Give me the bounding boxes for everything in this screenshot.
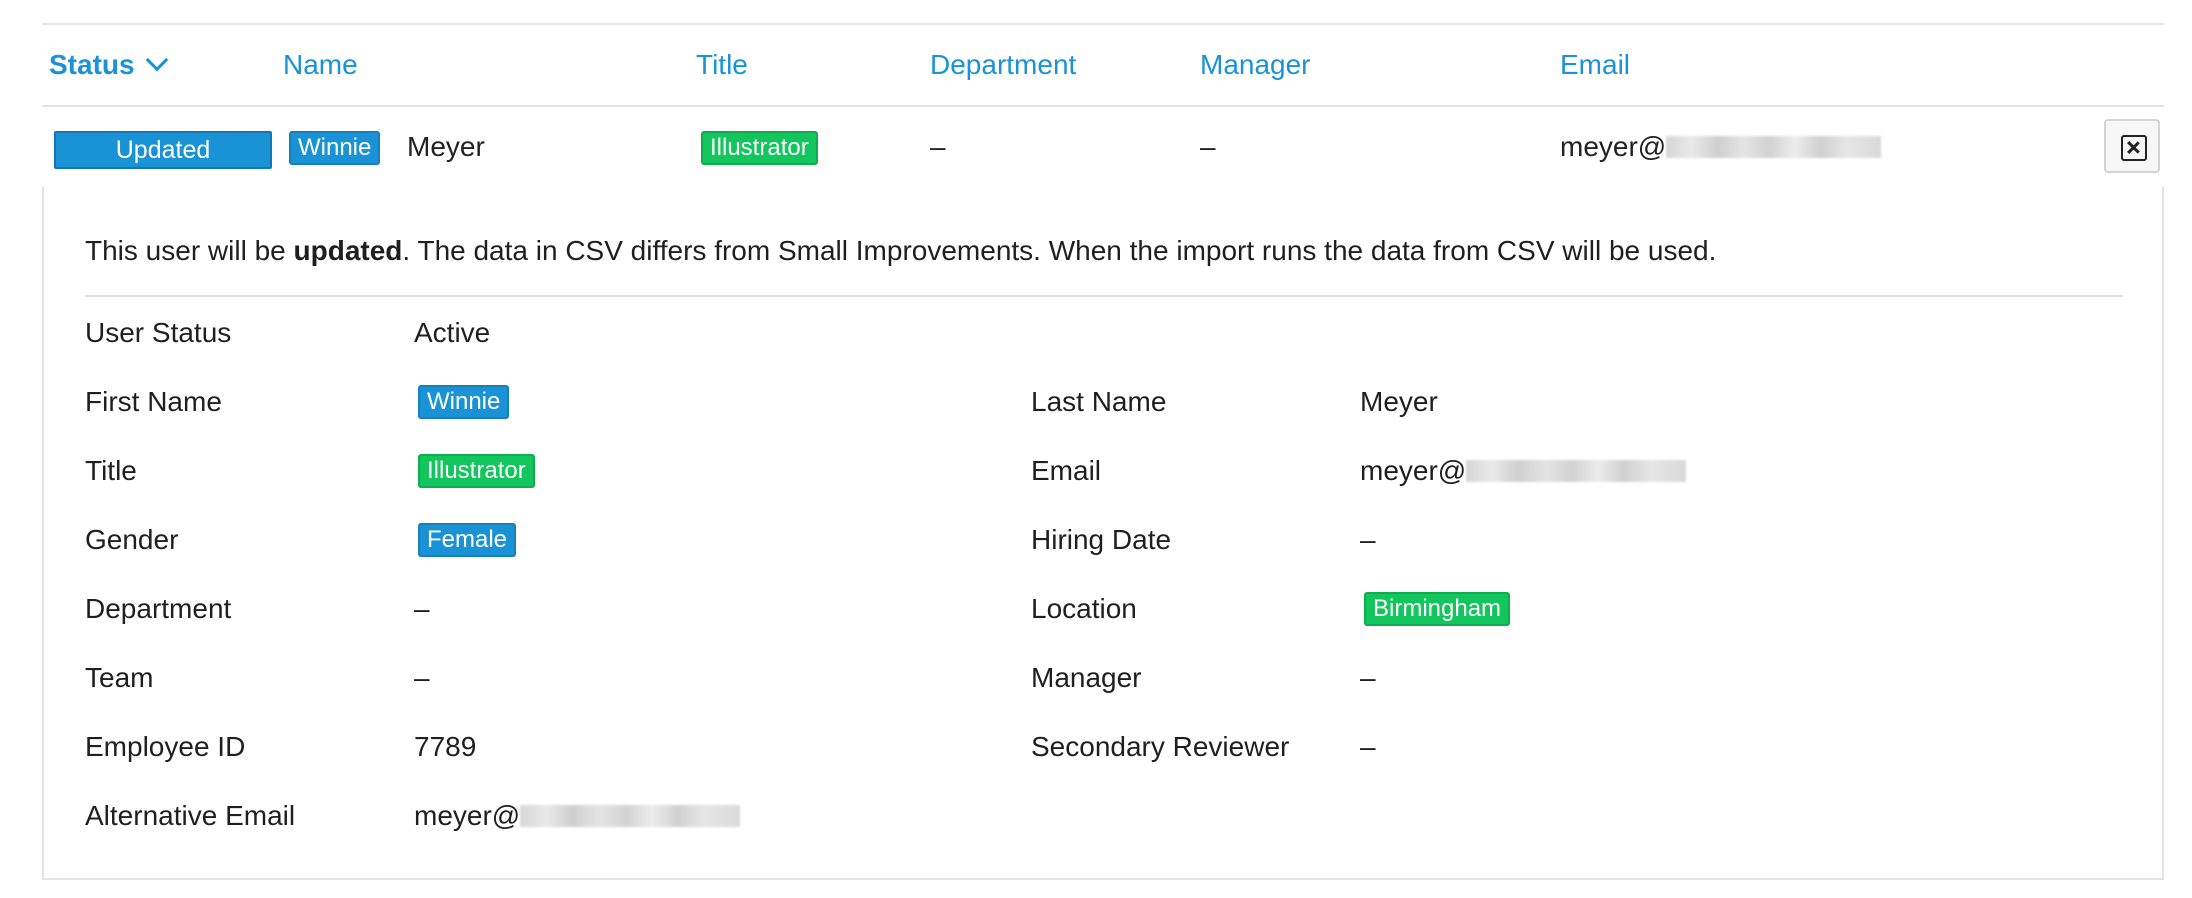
title-tag: Illustrator bbox=[701, 131, 818, 165]
field-label-manager: Manager bbox=[1031, 662, 1142, 693]
field-label-location: Location bbox=[1031, 593, 1137, 624]
table-header-row: Status Name Title Department Manager Ema… bbox=[42, 25, 2164, 107]
field-value-email: meyer@ bbox=[1360, 451, 1687, 491]
email-detail-visible-part: meyer@ bbox=[1360, 455, 1467, 486]
column-header-name[interactable]: Name bbox=[283, 25, 358, 105]
gender-changed-tag: Female bbox=[418, 523, 517, 557]
department-cell: – bbox=[930, 131, 946, 162]
update-explanation: This user will be updated. The data in C… bbox=[85, 235, 1716, 267]
manager-cell: – bbox=[1200, 131, 1216, 162]
field-value-user-status: Active bbox=[414, 317, 491, 348]
detail-divider bbox=[85, 295, 2123, 297]
chevron-down-icon bbox=[145, 48, 168, 72]
email-cell: meyer@ bbox=[1560, 107, 1882, 187]
field-value-employee-id: 7789 bbox=[414, 731, 477, 762]
field-label-secondary-reviewer: Secondary Reviewer bbox=[1031, 731, 1290, 762]
field-value-department: – bbox=[414, 593, 430, 624]
update-explanation-suffix: . The data in CSV differs from Small Imp… bbox=[402, 235, 1717, 266]
close-box-icon bbox=[2121, 135, 2147, 161]
field-label-title: Title bbox=[85, 455, 137, 486]
update-explanation-prefix: This user will be bbox=[85, 235, 294, 266]
field-label-hiring-date: Hiring Date bbox=[1031, 524, 1172, 555]
update-explanation-bold: updated bbox=[293, 235, 403, 266]
field-value-last-name: Meyer bbox=[1360, 386, 1438, 417]
status-badge: Updated bbox=[54, 131, 272, 169]
field-value-first-name: Winnie bbox=[418, 382, 510, 422]
collapse-row-button[interactable] bbox=[2104, 119, 2160, 173]
column-header-status-label: Status bbox=[49, 49, 135, 80]
field-label-email: Email bbox=[1031, 455, 1102, 486]
first-name-tag: Winnie bbox=[289, 131, 381, 165]
field-value-secondary-reviewer: – bbox=[1360, 731, 1376, 762]
column-header-manager[interactable]: Manager bbox=[1200, 25, 1311, 105]
import-preview-table: Status Name Title Department Manager Ema… bbox=[42, 23, 2164, 189]
title-changed-tag: Illustrator bbox=[418, 454, 535, 488]
field-value-manager: – bbox=[1360, 662, 1376, 693]
field-label-team: Team bbox=[85, 662, 154, 693]
field-label-employee-id: Employee ID bbox=[85, 731, 246, 762]
email-visible-part: meyer@ bbox=[1560, 131, 1667, 162]
field-label-alternative-email: Alternative Email bbox=[85, 800, 296, 831]
last-name-cell: Meyer bbox=[407, 131, 485, 162]
table-row[interactable]: Updated Winnie Meyer Illustrator – – mey… bbox=[42, 107, 2164, 189]
field-value-team: – bbox=[414, 662, 430, 693]
field-value-title: Illustrator bbox=[418, 451, 535, 491]
field-value-alternative-email: meyer@ bbox=[414, 796, 741, 836]
field-value-location: Birmingham bbox=[1364, 589, 1511, 629]
field-value-hiring-date: – bbox=[1360, 524, 1376, 555]
column-header-email[interactable]: Email bbox=[1560, 25, 1630, 105]
redacted-email-domain bbox=[1666, 135, 1882, 158]
field-label-gender: Gender bbox=[85, 524, 179, 555]
column-header-status[interactable]: Status bbox=[49, 25, 168, 105]
first-name-changed-tag: Winnie bbox=[418, 385, 510, 419]
column-header-title[interactable]: Title bbox=[696, 25, 748, 105]
field-label-user-status: User Status bbox=[85, 317, 232, 348]
redacted-alternative-email-domain bbox=[520, 804, 741, 827]
user-detail-panel: This user will be updated. The data in C… bbox=[42, 187, 2164, 880]
redacted-email-detail-domain bbox=[1466, 459, 1687, 482]
alternative-email-visible-part: meyer@ bbox=[414, 800, 521, 831]
field-label-last-name: Last Name bbox=[1031, 386, 1167, 417]
column-header-department[interactable]: Department bbox=[930, 25, 1076, 105]
field-value-gender: Female bbox=[418, 520, 517, 560]
location-changed-tag: Birmingham bbox=[1364, 592, 1511, 626]
field-label-first-name: First Name bbox=[85, 386, 222, 417]
field-label-department: Department bbox=[85, 593, 232, 624]
